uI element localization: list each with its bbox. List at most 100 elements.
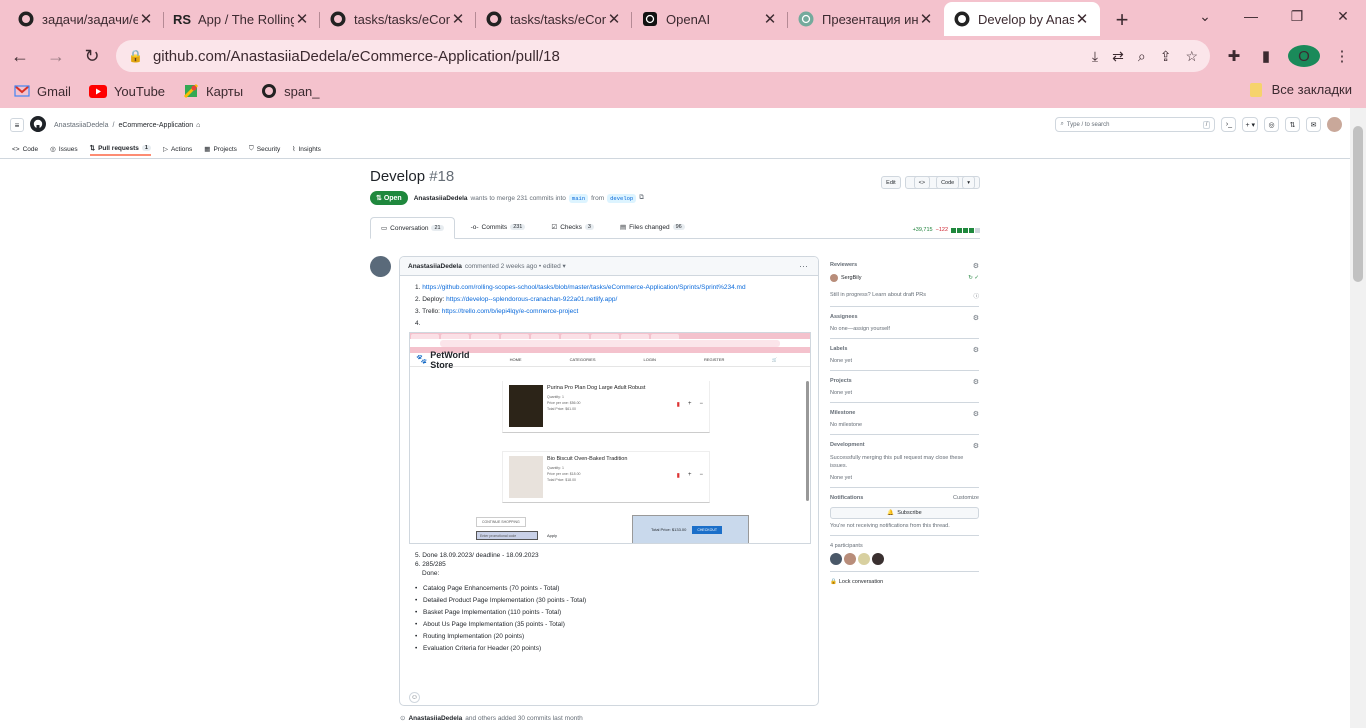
user-avatar[interactable] xyxy=(1327,117,1342,132)
inbox-icon[interactable]: ✉ xyxy=(1306,117,1321,132)
gear-icon[interactable]: ⚙ xyxy=(973,378,979,386)
tab-issues[interactable]: ◎ Issues xyxy=(50,142,77,156)
subscribe-button[interactable]: 🔔 Subscribe xyxy=(830,507,979,519)
tab-actions[interactable]: ▷ Actions xyxy=(163,142,192,156)
tab-commits[interactable]: -o- Commits 231 xyxy=(461,216,536,238)
close-icon[interactable]: ✕ xyxy=(606,10,622,28)
more-icon[interactable]: ··· xyxy=(799,261,808,271)
page-scrollbar[interactable] xyxy=(1350,108,1366,728)
comment-author[interactable]: AnastasiiaDedela xyxy=(408,263,462,270)
scroll-thumb[interactable] xyxy=(1353,126,1363,282)
code-button[interactable]: <> Code ▾ xyxy=(904,176,980,189)
browser-tab[interactable]: tasks/tasks/eCom ✕ xyxy=(320,2,476,36)
avatar[interactable] xyxy=(844,553,856,565)
shot-scrollbar xyxy=(806,381,809,501)
close-icon[interactable]: ✕ xyxy=(294,10,310,28)
hamburger-icon[interactable]: ≡ xyxy=(10,118,24,132)
bookmark-span[interactable]: span_ xyxy=(261,83,320,99)
comment-meta[interactable]: commented 2 weeks ago • edited ▾ xyxy=(465,262,566,270)
avatar[interactable] xyxy=(858,553,870,565)
avatar[interactable] xyxy=(830,274,838,282)
command-palette-icon[interactable]: ›_ xyxy=(1221,117,1237,132)
extensions-icon[interactable]: ✚ xyxy=(1218,47,1250,65)
close-icon[interactable]: ✕ xyxy=(918,10,934,28)
list-item: 4. xyxy=(415,320,421,327)
github-logo-icon[interactable] xyxy=(30,116,46,134)
forward-icon[interactable]: → xyxy=(40,40,72,72)
pull-requests-icon[interactable]: ⇅ xyxy=(1285,117,1300,132)
openai-icon xyxy=(642,11,658,27)
back-icon[interactable]: ← xyxy=(4,40,36,72)
tab-title: App / The Rolling xyxy=(198,11,294,27)
gear-icon[interactable]: ⚙ xyxy=(973,346,979,354)
url-text[interactable]: github.com/AnastasiiaDedela/eCommerce-Ap… xyxy=(153,48,1078,65)
lock-icon[interactable]: 🔒 xyxy=(128,49,143,63)
menu-icon[interactable]: ⋮ xyxy=(1326,47,1358,65)
window-controls: ⌄ — ❐ ✕ xyxy=(1182,0,1366,32)
close-icon[interactable]: ✕ xyxy=(450,10,466,28)
commit-icon: -o- xyxy=(470,223,479,231)
repo-name-link[interactable]: eCommerce-Application xyxy=(118,122,193,129)
gear-icon[interactable]: ⚙ xyxy=(973,262,979,270)
repo-owner-link[interactable]: AnastasiiaDedela xyxy=(54,122,108,129)
sidepanel-icon[interactable]: ▮ xyxy=(1250,47,1282,65)
tab-insights[interactable]: ⌇ Insights xyxy=(292,142,321,156)
close-window-icon[interactable]: ✕ xyxy=(1320,0,1366,32)
base-branch[interactable]: main xyxy=(568,193,589,203)
copy-icon[interactable]: ⧉ xyxy=(639,194,644,202)
tab-projects[interactable]: ▦ Projects xyxy=(204,142,237,156)
browser-tab[interactable]: RS App / The Rolling ✕ xyxy=(164,2,320,36)
shot-store-header: 🐾 PetWorld Store HOME CATEGORIES LOGIN R… xyxy=(410,350,810,370)
share-icon[interactable]: ⇪ xyxy=(1160,48,1172,65)
edit-button[interactable]: Edit xyxy=(881,176,901,189)
create-new-icon[interactable]: + ▾ xyxy=(1242,117,1258,132)
pr-author[interactable]: AnastasiiaDedela xyxy=(414,195,468,202)
author-avatar[interactable] xyxy=(370,256,391,277)
browser-tab[interactable]: OpenAI ✕ xyxy=(632,2,788,36)
bookmark-youtube[interactable]: YouTube xyxy=(88,84,165,99)
close-icon[interactable]: ✕ xyxy=(762,10,778,28)
browser-tab-active[interactable]: Develop by Anast ✕ xyxy=(944,2,1100,36)
browser-tab[interactable]: tasks/tasks/eCom ✕ xyxy=(476,2,632,36)
lock-conversation[interactable]: 🔒 Lock conversation xyxy=(830,579,979,585)
tab-checks[interactable]: ☑ Checks 3 xyxy=(541,216,604,238)
star-icon[interactable]: ☆ xyxy=(1185,48,1198,65)
tab-code[interactable]: <> Code xyxy=(12,142,38,156)
profile-avatar[interactable]: O xyxy=(1288,45,1320,67)
close-icon[interactable]: ✕ xyxy=(1074,10,1090,28)
address-bar[interactable]: 🔒 github.com/AnastasiiaDedela/eCommerce-… xyxy=(116,40,1210,72)
tab-title: tasks/tasks/eCom xyxy=(354,11,450,27)
gear-icon[interactable]: ⚙ xyxy=(973,442,979,450)
browser-tab[interactable]: задачи/задачи/e ✕ xyxy=(8,2,164,36)
diff-square xyxy=(951,227,956,233)
tab-title: Develop by Anast xyxy=(978,11,1074,27)
tab-pull-requests[interactable]: ⇅ Pull requests 1 xyxy=(89,142,151,156)
tab-security[interactable]: ⛉ Security xyxy=(249,142,280,156)
minimize-icon[interactable]: — xyxy=(1228,0,1274,32)
translate-icon[interactable]: ⇄ xyxy=(1112,48,1124,65)
search-input[interactable]: ⌕ Type / to search / xyxy=(1055,117,1216,132)
head-branch[interactable]: develop xyxy=(607,193,637,203)
smiley-icon[interactable]: ☺ xyxy=(409,692,420,703)
avatar[interactable] xyxy=(830,553,842,565)
restore-icon[interactable]: ❐ xyxy=(1274,0,1320,32)
customize-link[interactable]: Customize xyxy=(953,495,979,501)
shot-nav: HOME CATEGORIES LOGIN REGISTER 🛒 xyxy=(509,357,778,362)
tab-files-changed[interactable]: ▤ Files changed 96 xyxy=(610,216,695,238)
gear-icon[interactable]: ⚙ xyxy=(973,314,979,322)
tab-search-icon[interactable]: ⌄ xyxy=(1182,0,1228,32)
new-tab-button[interactable]: + xyxy=(1106,4,1138,36)
reload-icon[interactable]: ↻ xyxy=(76,40,108,72)
all-bookmarks[interactable]: Все закладки xyxy=(1249,82,1352,97)
bookmark-gmail[interactable]: Gmail xyxy=(14,84,71,99)
close-icon[interactable]: ✕ xyxy=(138,10,154,28)
issues-icon[interactable]: ◎ xyxy=(1264,117,1279,132)
tab-conversation[interactable]: ▭ Conversation 21 xyxy=(370,217,455,239)
bookmark-maps[interactable]: Карты xyxy=(183,83,243,99)
avatar[interactable] xyxy=(872,553,884,565)
embedded-screenshot[interactable]: 🐾 PetWorld Store HOME CATEGORIES LOGIN R… xyxy=(409,332,811,544)
install-icon[interactable]: ⤓ xyxy=(1092,48,1098,65)
browser-tab[interactable]: Презентация ин ✕ xyxy=(788,2,944,36)
zoom-icon[interactable]: ⌕ xyxy=(1138,48,1146,65)
gear-icon[interactable]: ⚙ xyxy=(973,410,979,418)
